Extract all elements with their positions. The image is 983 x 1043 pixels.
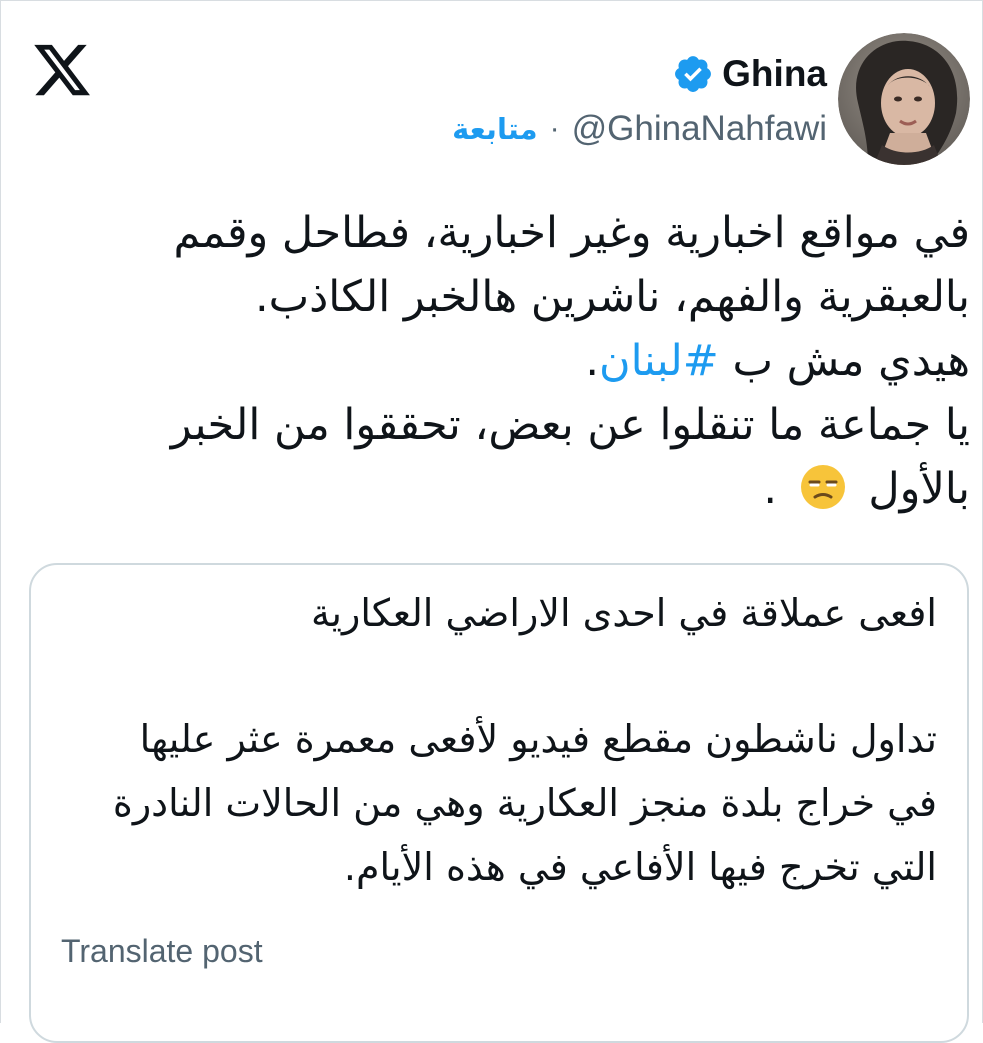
tweet-text-segment: هيدي مش ب [718, 336, 970, 386]
author-display-name[interactable]: Ghina [722, 53, 827, 95]
tweet-text-segment: . [585, 336, 600, 386]
unamused-face-icon [800, 465, 845, 509]
translate-post-link[interactable]: Translate post [61, 933, 263, 970]
tweet-text: في مواقع اخبارية وغير اخبارية، فطاحل وقم… [97, 201, 970, 521]
tweet-line: بالعبقرية والفهم، ناشرين هالخبر الكاذب. [254, 272, 970, 322]
tweet-line: هيدي مش ب #لبنان. [97, 329, 970, 393]
author-handle[interactable]: @GhinaNahfawi [572, 109, 827, 149]
quote-line: في خراج بلدة منجز العكارية وهي من الحالا… [112, 781, 937, 825]
tweet-line: بالأول . [97, 457, 970, 521]
quote-line: التي تخرج فيها الأفاعي في هذه الأيام. [343, 845, 937, 889]
avatar[interactable] [838, 33, 970, 165]
tweet-text-segment: بالأول [854, 464, 970, 514]
quote-line: تداول ناشطون مقطع فيديو لأفعى معمرة عثر … [139, 717, 937, 761]
author-name-row: Ghina [672, 51, 827, 97]
author-handle-row: متابعة · @GhinaNahfawi [452, 107, 827, 151]
separator-dot: · [549, 112, 560, 145]
tweet-text-segment: . [763, 464, 791, 514]
tweet-screenshot: Ghina متابعة · @GhinaNahfawi في مواقع اخ… [0, 0, 983, 1043]
tweet-line: يا جماعة ما تنقلوا عن بعض، تحققوا من الخ… [170, 400, 970, 450]
x-logo-icon[interactable] [31, 39, 93, 101]
hashtag-link[interactable]: #لبنان [599, 336, 719, 386]
quote-body: تداول ناشطون مقطع فيديو لأفعى معمرة عثر … [61, 707, 937, 899]
quoted-card[interactable]: افعى عملاقة في احدى الاراضي العكارية تدا… [29, 563, 969, 1043]
follow-button[interactable]: متابعة [452, 112, 538, 146]
quote-title: افعى عملاقة في احدى الاراضي العكارية [311, 591, 937, 635]
verified-badge-icon [675, 56, 712, 92]
tweet-line: في مواقع اخبارية وغير اخبارية، فطاحل وقم… [173, 208, 970, 258]
